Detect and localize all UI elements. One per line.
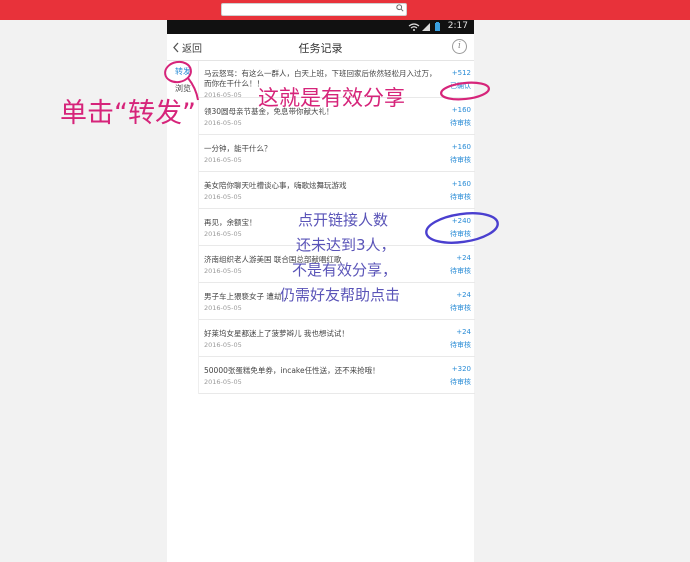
sidebar: 转发 浏览: [167, 61, 198, 562]
record-date: 2016-05-05: [204, 230, 242, 238]
search-icon: [396, 4, 404, 12]
record-status: 待审核: [450, 156, 471, 164]
record-date: 2016-05-05: [204, 156, 242, 164]
record-points: +24: [456, 328, 471, 336]
record-status: 待审核: [450, 304, 471, 312]
search-input[interactable]: [221, 3, 407, 16]
list-item[interactable]: 50000张蛋糕免单券，incake任性送，还不来抢哦！ 2016-05-05 …: [199, 357, 475, 394]
record-status: 待审核: [450, 230, 471, 238]
annotation-line-4: 仍需好友帮助点击: [280, 286, 401, 304]
record-points: +24: [456, 254, 471, 262]
record-points: +240: [451, 217, 471, 225]
record-title: 美女陪你聊天吐槽谈心事，嗨歌炫舞玩游戏: [204, 181, 347, 190]
list-item[interactable]: 美女陪你聊天吐槽谈心事，嗨歌炫舞玩游戏 2016-05-05 +160 待审核: [199, 172, 475, 209]
record-date: 2016-05-05: [204, 267, 242, 275]
tab-forward[interactable]: 转发: [170, 66, 196, 77]
annotation-line-2: 还未达到3人，: [296, 236, 396, 254]
record-date: 2016-05-05: [204, 119, 242, 127]
record-points: +320: [451, 365, 471, 373]
annotation-valid-share: 这就是有效分享: [258, 86, 405, 110]
page-title: 任务记录: [298, 42, 343, 55]
nav-bar: 返回 任务记录 i: [167, 34, 474, 61]
record-date: 2016-05-05: [204, 304, 242, 312]
record-points: +24: [456, 291, 471, 299]
record-date: 2016-05-05: [204, 341, 242, 349]
list-item[interactable]: 好莱坞女星都迷上了菠萝辫儿 我也想试试！ 2016-05-05 +24 待审核: [199, 320, 475, 357]
record-date: 2016-05-05: [204, 193, 242, 201]
status-icons: [408, 22, 440, 31]
record-title: 一分钟，能干什么？: [204, 144, 272, 153]
list-item[interactable]: 一分钟，能干什么？ 2016-05-05 +160 待审核: [199, 135, 475, 172]
browser-top-bar: [0, 0, 690, 20]
record-status: 待审核: [450, 119, 471, 127]
annotation-click-forward: 单击“转发”: [60, 98, 196, 129]
record-points: +160: [451, 143, 471, 151]
record-title: 好莱坞女星都迷上了菠萝辫儿 我也想试试！: [204, 329, 349, 338]
clock: 2:17: [447, 21, 468, 31]
record-points: +160: [451, 180, 471, 188]
record-status: 待审核: [450, 378, 471, 386]
record-status: 已确认: [450, 82, 471, 90]
record-title: 50000张蛋糕免单券，incake任性送，还不来抢哦！: [204, 366, 380, 375]
record-status: 待审核: [450, 341, 471, 349]
annotation-line-3: 不是有效分享，: [292, 261, 398, 279]
record-points: +512: [451, 69, 471, 77]
info-icon[interactable]: i: [452, 39, 467, 54]
record-status: 待审核: [450, 267, 471, 275]
record-points: +160: [451, 106, 471, 114]
status-bar: 2:17: [167, 20, 474, 34]
annotation-line-1: 点开链接人数: [298, 211, 389, 229]
record-status: 待审核: [450, 193, 471, 201]
record-date: 2016-05-05: [204, 378, 242, 386]
